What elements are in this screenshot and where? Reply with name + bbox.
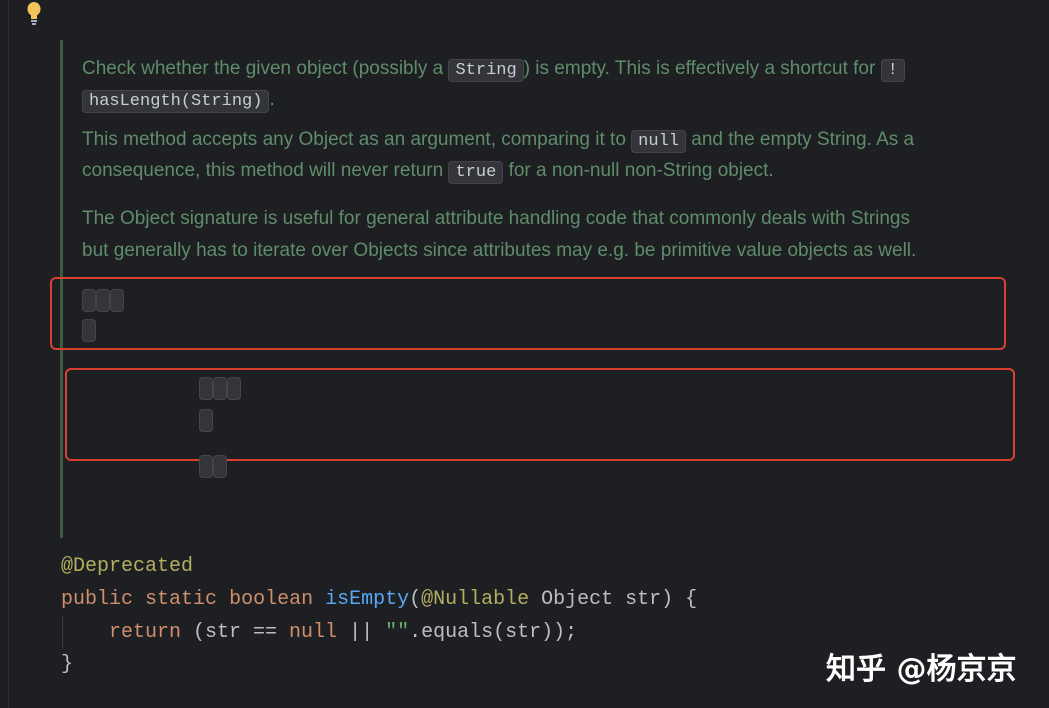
annotation-deprecated: @Deprecated [61, 555, 194, 578]
code-string: String [448, 59, 524, 82]
link-hastext[interactable] [213, 377, 227, 400]
doc-line-2: hasLength(String). [82, 84, 275, 117]
editor-gutter-line [8, 0, 9, 708]
code-true: true [448, 161, 504, 184]
indent-guide [62, 616, 63, 648]
note-highlight-box [50, 277, 1006, 350]
lightbulb-icon[interactable] [24, 0, 44, 26]
method-name[interactable]: isEmpty [325, 588, 409, 611]
link-hastext[interactable] [110, 289, 124, 312]
method-signature: public static boolean isEmpty(@Nullable … [61, 588, 698, 611]
doc-para-2-line-1: This method accepts any Object as an arg… [82, 129, 915, 153]
link-isempty-object[interactable] [199, 409, 213, 432]
link-haslength[interactable] [96, 289, 110, 312]
code-str [199, 455, 213, 478]
deprecated-line-2 [199, 403, 213, 436]
code-null: null [631, 130, 686, 153]
return-statement: return (str == null || "".equals(str)); [109, 621, 578, 644]
note-line-1 [82, 283, 124, 316]
code-haslength: hasLength(String) [82, 90, 270, 113]
deprecated-line-1 [199, 371, 241, 404]
closing-brace: } [61, 653, 74, 676]
params-value [199, 449, 227, 482]
doc-line-1: Check whether the given object (possibly… [82, 53, 905, 86]
link-hastext-args[interactable] [82, 319, 96, 342]
doc-para-3-line-2: but generally has to iterate over Object… [82, 240, 917, 261]
note-line-2 [82, 313, 96, 346]
code-not: ! [880, 59, 905, 82]
link-objectutils[interactable] [227, 377, 241, 400]
doc-para-2-line-2: consequence, this method will never retu… [82, 160, 774, 184]
doc-para-3-line-1: The Object signature is useful for gener… [82, 208, 911, 229]
code-string [82, 289, 96, 312]
code-string [213, 455, 227, 478]
watermark: 知乎 @杨京京 [826, 652, 1017, 687]
link-haslength[interactable] [199, 377, 213, 400]
